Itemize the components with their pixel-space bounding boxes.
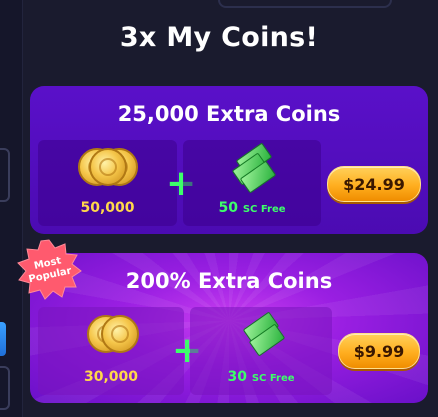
most-popular-badge: Most Popular xyxy=(14,238,84,302)
side-panel-element xyxy=(0,148,10,202)
sc-unit: SC Free xyxy=(251,373,295,384)
coins-reward-panel: 50,000 xyxy=(38,140,177,226)
cash-stack-icon xyxy=(239,311,286,357)
offer-title: 200% Extra Coins xyxy=(125,269,333,293)
sc-unit: SC Free xyxy=(242,204,286,215)
coins-reward-panel: 30,000 xyxy=(38,307,184,395)
sc-amount: 50 xyxy=(218,200,238,216)
sweeps-coins-panel: 30 SC Free xyxy=(190,307,332,395)
gold-coins-icon xyxy=(77,148,138,190)
offer-card-1: 25,000 Extra Coins 50,000 + 50 SC Free $… xyxy=(30,86,428,234)
buy-button[interactable]: $24.99 xyxy=(327,166,421,202)
page-title: 3x My Coins! xyxy=(119,22,319,53)
sweeps-coins-panel: 50 SC Free xyxy=(183,140,321,226)
coins-amount: 50,000 xyxy=(80,200,135,216)
sc-value: 50 SC Free xyxy=(183,200,321,216)
offer-card-2: 200% Extra Coins 30,000 + 30 SC Free $9.… xyxy=(30,253,428,403)
side-panel-blue-tab[interactable] xyxy=(0,322,6,356)
coins-amount: 30,000 xyxy=(83,369,139,385)
buy-button[interactable]: $9.99 xyxy=(338,333,420,369)
top-tab-outline xyxy=(218,0,392,8)
cash-stack-icon xyxy=(230,142,277,194)
sc-value: 30 SC Free xyxy=(190,369,332,385)
side-panel-element xyxy=(0,366,10,410)
offer-title: 25,000 Extra Coins xyxy=(117,102,341,126)
gold-coins-icon xyxy=(81,315,141,357)
left-side-panel-edge xyxy=(0,0,23,417)
sc-amount: 30 xyxy=(227,369,247,385)
